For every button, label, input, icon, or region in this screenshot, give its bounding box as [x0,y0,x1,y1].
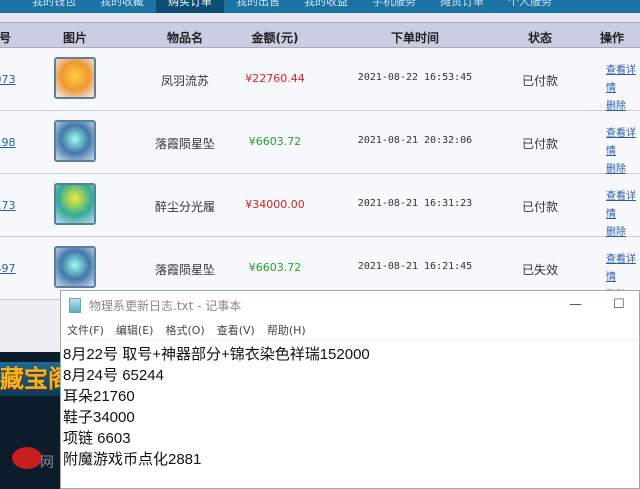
menu-view[interactable]: 查看(V) [217,322,255,338]
order-time: 2021-08-22 16:53:45 [357,72,473,83]
logo-text: 网 [40,455,54,471]
notepad-line: 耳朵21760 [63,388,135,405]
nav-item[interactable]: 我的出售 [224,0,292,13]
view-details-link[interactable]: 查看详情 [606,125,640,161]
header-id: 号 [0,31,11,45]
nav-item[interactable]: 个人服务 [496,0,564,13]
table-row: 173 醉尘分光履 ¥34000.00 2021-08-21 16:31:23 … [0,174,640,238]
menu-edit[interactable]: 编辑(E) [116,322,154,338]
notepad-menubar: 文件(F) 编辑(E) 格式(O) 查看(V) 帮助(H) [61,319,639,341]
view-details-link[interactable]: 查看详情 [606,251,640,287]
order-status: 已付款 [521,74,558,88]
header-status: 状态 [527,31,552,45]
notepad-line: 附魔游戏币点化2881 [63,451,202,468]
order-id-cell: 198 [0,135,20,149]
item-name: 醉尘分光履 [154,200,215,214]
notepad-line: 鞋子34000 [63,409,135,426]
item-image[interactable] [54,120,96,162]
nav-item[interactable]: 手机服务 [360,0,428,13]
item-name: 凤羽流苏 [160,74,209,88]
header-amount: 金额(元) [251,31,299,45]
actions-cell: 查看详情删除 [606,125,640,179]
netease-logo-icon [12,447,42,469]
nav-item[interactable]: 购买订单 [156,0,224,13]
view-details-link[interactable]: 查看详情 [606,62,640,98]
notepad-title: 物理系更新日志.txt - 记事本 [89,298,242,313]
item-price: ¥22760.44 [245,72,305,85]
item-image[interactable] [54,57,96,99]
table-row: 198 落霞陨星坠 ¥6603.72 2021-08-21 20:32:06 已… [0,111,640,175]
notepad-text-area[interactable]: 8月22号 取号+神器部分+锦衣染色祥瑞152000 8月24号 65244 耳朵2… [61,341,639,473]
item-image[interactable] [54,183,96,225]
notepad-titlebar[interactable]: 物理系更新日志.txt - 记事本 — ☐ [61,291,639,319]
header-time: 下单时间 [390,31,439,45]
notepad-line: 项链 6603 [63,430,131,447]
header-name: 物品名 [166,31,203,45]
order-id-cell: 973 [0,72,20,86]
nav-item[interactable]: 我的收藏 [88,0,156,13]
order-id-link[interactable]: 198 [0,136,16,149]
order-status: 已付款 [521,200,558,214]
actions-cell: 查看详情删除 [606,188,640,242]
header-actions: 操作 [600,31,625,45]
header-image: 图片 [62,31,87,45]
nav-item[interactable]: 我的收益 [292,0,360,13]
cbg-banner: 藏宝阁 [0,362,60,396]
item-image[interactable] [54,246,96,288]
menu-format[interactable]: 格式(O) [165,322,204,338]
table-header: 号 图片 物品名 金额(元) 下单时间 状态 操作 [0,22,640,48]
order-status: 已付款 [521,137,558,151]
order-id-cell: 497 [0,261,20,275]
menu-help[interactable]: 帮助(H) [267,322,306,338]
nav-strip [0,13,640,22]
order-id-link[interactable]: 973 [0,73,16,86]
order-time: 2021-08-21 16:31:23 [357,198,473,209]
actions-cell: 查看详情删除 [606,62,640,116]
order-time: 2021-08-21 20:32:06 [357,135,473,146]
notepad-icon [69,297,81,313]
nav-item[interactable]: 摊贸订单 [428,0,496,13]
order-status: 已失效 [521,263,558,277]
item-price: ¥6603.72 [248,135,302,148]
item-price: ¥34000.00 [245,198,305,211]
order-id-link[interactable]: 173 [0,199,16,212]
view-details-link[interactable]: 查看详情 [606,188,640,224]
order-id-cell: 173 [0,198,20,212]
notepad-line: 8月22号 取号+神器部分+锦衣染色祥瑞152000 [63,346,370,363]
nav-item[interactable]: 我的钱包 [20,0,88,13]
minimize-button[interactable]: — [569,297,582,312]
top-nav: 我的钱包 我的收藏 购买订单 我的出售 我的收益 手机服务 摊贸订单 个人服务 [0,0,640,13]
notepad-window: 物理系更新日志.txt - 记事本 — ☐ 文件(F) 编辑(E) 格式(O) … [60,290,640,489]
order-id-link[interactable]: 497 [0,262,16,275]
maximize-button[interactable]: ☐ [613,297,625,312]
item-name: 落霞陨星坠 [154,263,215,277]
item-price: ¥6603.72 [248,261,302,274]
table-row: 973 凤羽流苏 ¥22760.44 2021-08-22 16:53:45 已… [0,48,640,112]
notepad-line: 8月24号 65244 [63,367,164,384]
menu-file[interactable]: 文件(F) [67,322,104,338]
order-time: 2021-08-21 16:21:45 [357,261,473,272]
item-name: 落霞陨星坠 [154,137,215,151]
